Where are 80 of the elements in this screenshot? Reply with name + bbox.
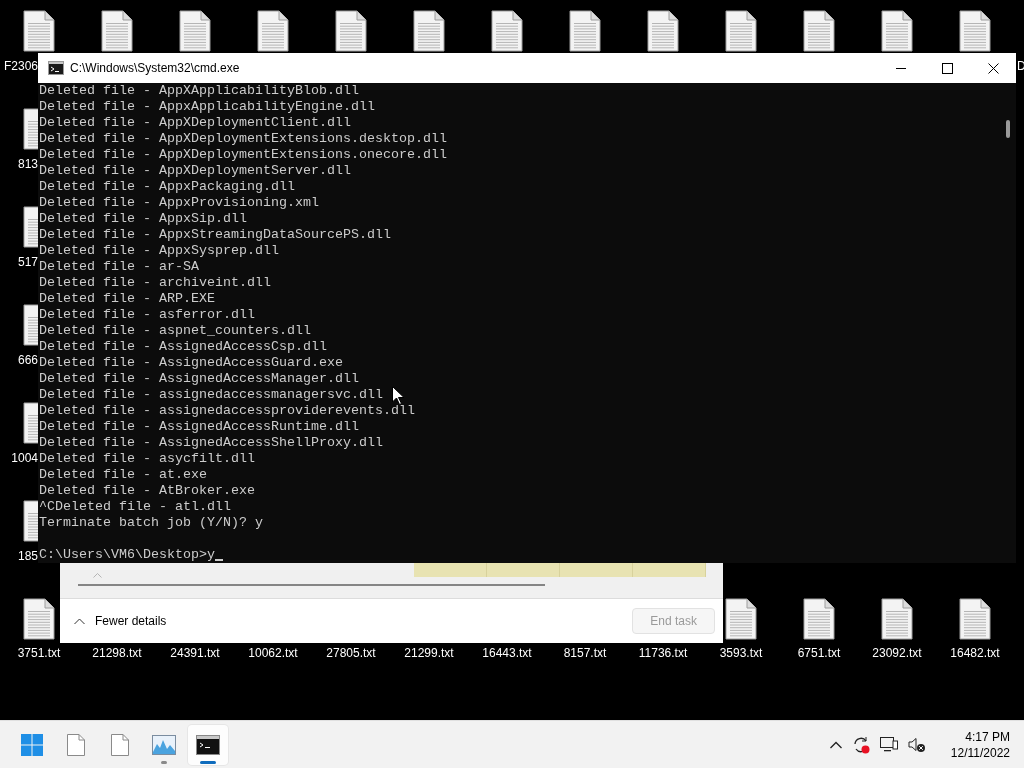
console-line: Deleted file - ARP.EXE: [39, 291, 215, 307]
horizontal-scrollbar[interactable]: [78, 584, 545, 586]
console-line: Deleted file - AppXDeploymentExtensions.desktop.dll: [39, 131, 447, 147]
scroll-thumb[interactable]: [1006, 120, 1010, 138]
file-icon: [959, 598, 991, 640]
chevron-up-icon: [829, 740, 842, 749]
chevron-up-icon: [74, 617, 85, 625]
console-line: Terminate batch job (Y/N)? y: [39, 515, 263, 531]
command-prompt: C:\Users\VM6\Desktop>y: [39, 547, 215, 563]
file-name[interactable]: 11736.txt: [624, 646, 702, 660]
console-line: Deleted file - archiveint.dll: [39, 275, 271, 291]
four-squares-icon: [21, 733, 43, 756]
document-icon: [111, 733, 129, 756]
file-name[interactable]: 23092.txt: [858, 646, 936, 660]
file-name[interactable]: 8157.txt: [546, 646, 624, 660]
console-line: Deleted file - AppXDeploymentClient.dll: [39, 115, 351, 131]
file-icon: [803, 598, 835, 640]
console-line: Deleted file - assignedaccessproviderevents.dll: [39, 403, 415, 419]
chart-window-icon: [152, 734, 176, 755]
console-line: Deleted file - AssignedAccessManager.dll: [39, 371, 359, 387]
file-name[interactable]: 21298.txt: [78, 646, 156, 660]
file-name[interactable]: 666: [0, 353, 38, 367]
console-line: Deleted file - AppXDeploymentExtensions.onecore.dll: [39, 147, 447, 163]
scroll-up-icon: [93, 573, 102, 578]
close-icon: [987, 62, 999, 74]
file-icon: [725, 598, 757, 640]
console-line: Deleted file - asferror.dll: [39, 307, 255, 323]
file-name[interactable]: 16443.txt: [468, 646, 546, 660]
mouse-pointer-icon: [392, 386, 404, 405]
muted-speaker-icon: [907, 736, 926, 753]
file-name[interactable]: 3751.txt: [0, 646, 78, 660]
file-name[interactable]: 185: [0, 549, 38, 563]
console-line: Deleted file - AppxProvisioning.xml: [39, 195, 319, 211]
sync-icon: [851, 735, 870, 754]
console-line: Deleted file - AppxApplicabilityEngine.dll: [39, 99, 375, 115]
console-line: Deleted file - assignedaccessmanagersvc.dll: [39, 387, 383, 403]
file-name[interactable]: 3593.txt: [702, 646, 780, 660]
console-line: Deleted file - AssignedAccessGuard.exe: [39, 355, 343, 371]
console-line: Deleted file - AppxPackaging.dll: [39, 179, 295, 195]
file-name[interactable]: 813: [0, 157, 38, 171]
file-name[interactable]: 16482.txt: [936, 646, 1014, 660]
file-name[interactable]: 517: [0, 255, 38, 269]
maximize-icon: [941, 62, 953, 74]
taskbar-button[interactable]: [188, 724, 228, 765]
file-icon: [881, 598, 913, 640]
console-line: Deleted file - AtBroker.exe: [39, 483, 255, 499]
console-line: Deleted file - AppXApplicabilityBlob.dll: [39, 83, 359, 99]
file-name[interactable]: 6751.txt: [780, 646, 858, 660]
console-line: Deleted file - AppxStreamingDataSourcePS.dll: [39, 227, 391, 243]
file-name[interactable]: F2306: [0, 59, 38, 73]
console-line: Deleted file - aspnet_counters.dll: [39, 323, 311, 339]
console-line: Deleted file - AppxSip.dll: [39, 211, 247, 227]
clock[interactable]: 4:17 PM 12/11/2022: [946, 728, 1014, 761]
file-icon: [23, 108, 38, 150]
file-name[interactable]: 10062.txt: [234, 646, 312, 660]
file-name[interactable]: 1004: [0, 451, 38, 465]
console-line: Deleted file - AssignedAccessCsp.dll: [39, 339, 327, 355]
file-icon: [23, 304, 38, 346]
file-icon: [23, 402, 38, 444]
console-line: ^CDeleted file - atl.dll: [39, 499, 231, 515]
text-cursor: [214, 559, 223, 561]
file-icon: [23, 598, 55, 640]
console-line: Deleted file - ar-SA: [39, 259, 199, 275]
file-icon: [23, 206, 38, 248]
file-name[interactable]: 27805.txt: [312, 646, 390, 660]
terminal-icon: [196, 734, 220, 755]
console-line: Deleted file - AssignedAccessRuntime.dll: [39, 419, 359, 435]
console-line: Deleted file - at.exe: [39, 467, 207, 483]
window-title: C:\Windows\System32\cmd.exe: [70, 60, 240, 77]
file-name[interactable]: 21299.txt: [390, 646, 468, 660]
console-line: Deleted file - AppxSysprep.dll: [39, 243, 279, 259]
file-icon: [23, 500, 38, 542]
details-toggle[interactable]: Fewer details: [70, 610, 171, 632]
network-icon: [879, 736, 898, 753]
document-icon: [67, 733, 85, 756]
file-name[interactable]: 24391.txt: [156, 646, 234, 660]
console-line: Deleted file - asycfilt.dll: [39, 451, 255, 467]
console-line: Deleted file - AssignedAccessShellProxy.dll: [39, 435, 383, 451]
console-line: Deleted file - AppXDeploymentServer.dll: [39, 163, 351, 179]
terminal-icon: [48, 61, 64, 75]
